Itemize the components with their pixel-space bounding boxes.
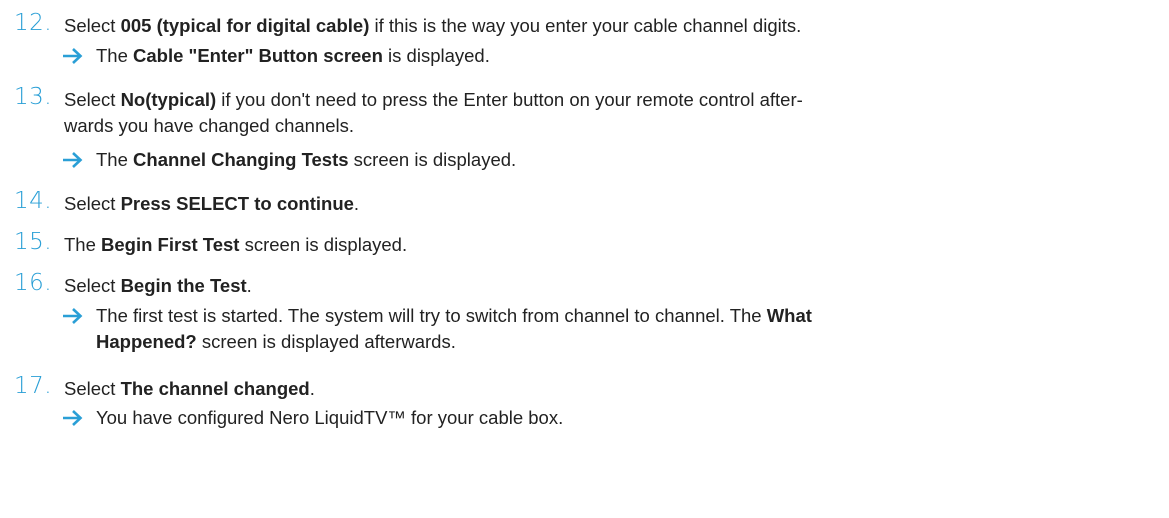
step-instruction: Select Begin the Test. [64, 275, 252, 296]
step-instruction: Select Press SELECT to continue. [64, 193, 360, 214]
right-arrow-icon [63, 152, 83, 168]
result-text: The Channel Changing Tests screen is dis… [96, 149, 517, 170]
result-text: The Cable "Enter" Button screen is displ… [96, 45, 490, 66]
step-number: 13. [14, 84, 53, 110]
step-number: 14. [14, 188, 53, 214]
step-number: 16. [14, 270, 53, 296]
step-instruction: Select No(typical) if you don't need to … [64, 89, 803, 136]
right-arrow-icon [63, 410, 83, 426]
step-instruction: Select 005 (typical for digital cable) i… [64, 15, 802, 36]
step-instruction: Select The channel changed. [64, 378, 315, 399]
result-text: The first test is started. The system wi… [96, 305, 812, 352]
result-text: You have configured Nero LiquidTV™ for y… [96, 407, 564, 428]
right-arrow-icon [63, 48, 83, 64]
right-arrow-icon [63, 308, 83, 324]
step-number: 12. [14, 10, 53, 36]
step-instruction: The Begin First Test screen is displayed… [64, 234, 408, 255]
step-number: 15. [14, 229, 53, 255]
step-number: 17. [14, 373, 53, 399]
